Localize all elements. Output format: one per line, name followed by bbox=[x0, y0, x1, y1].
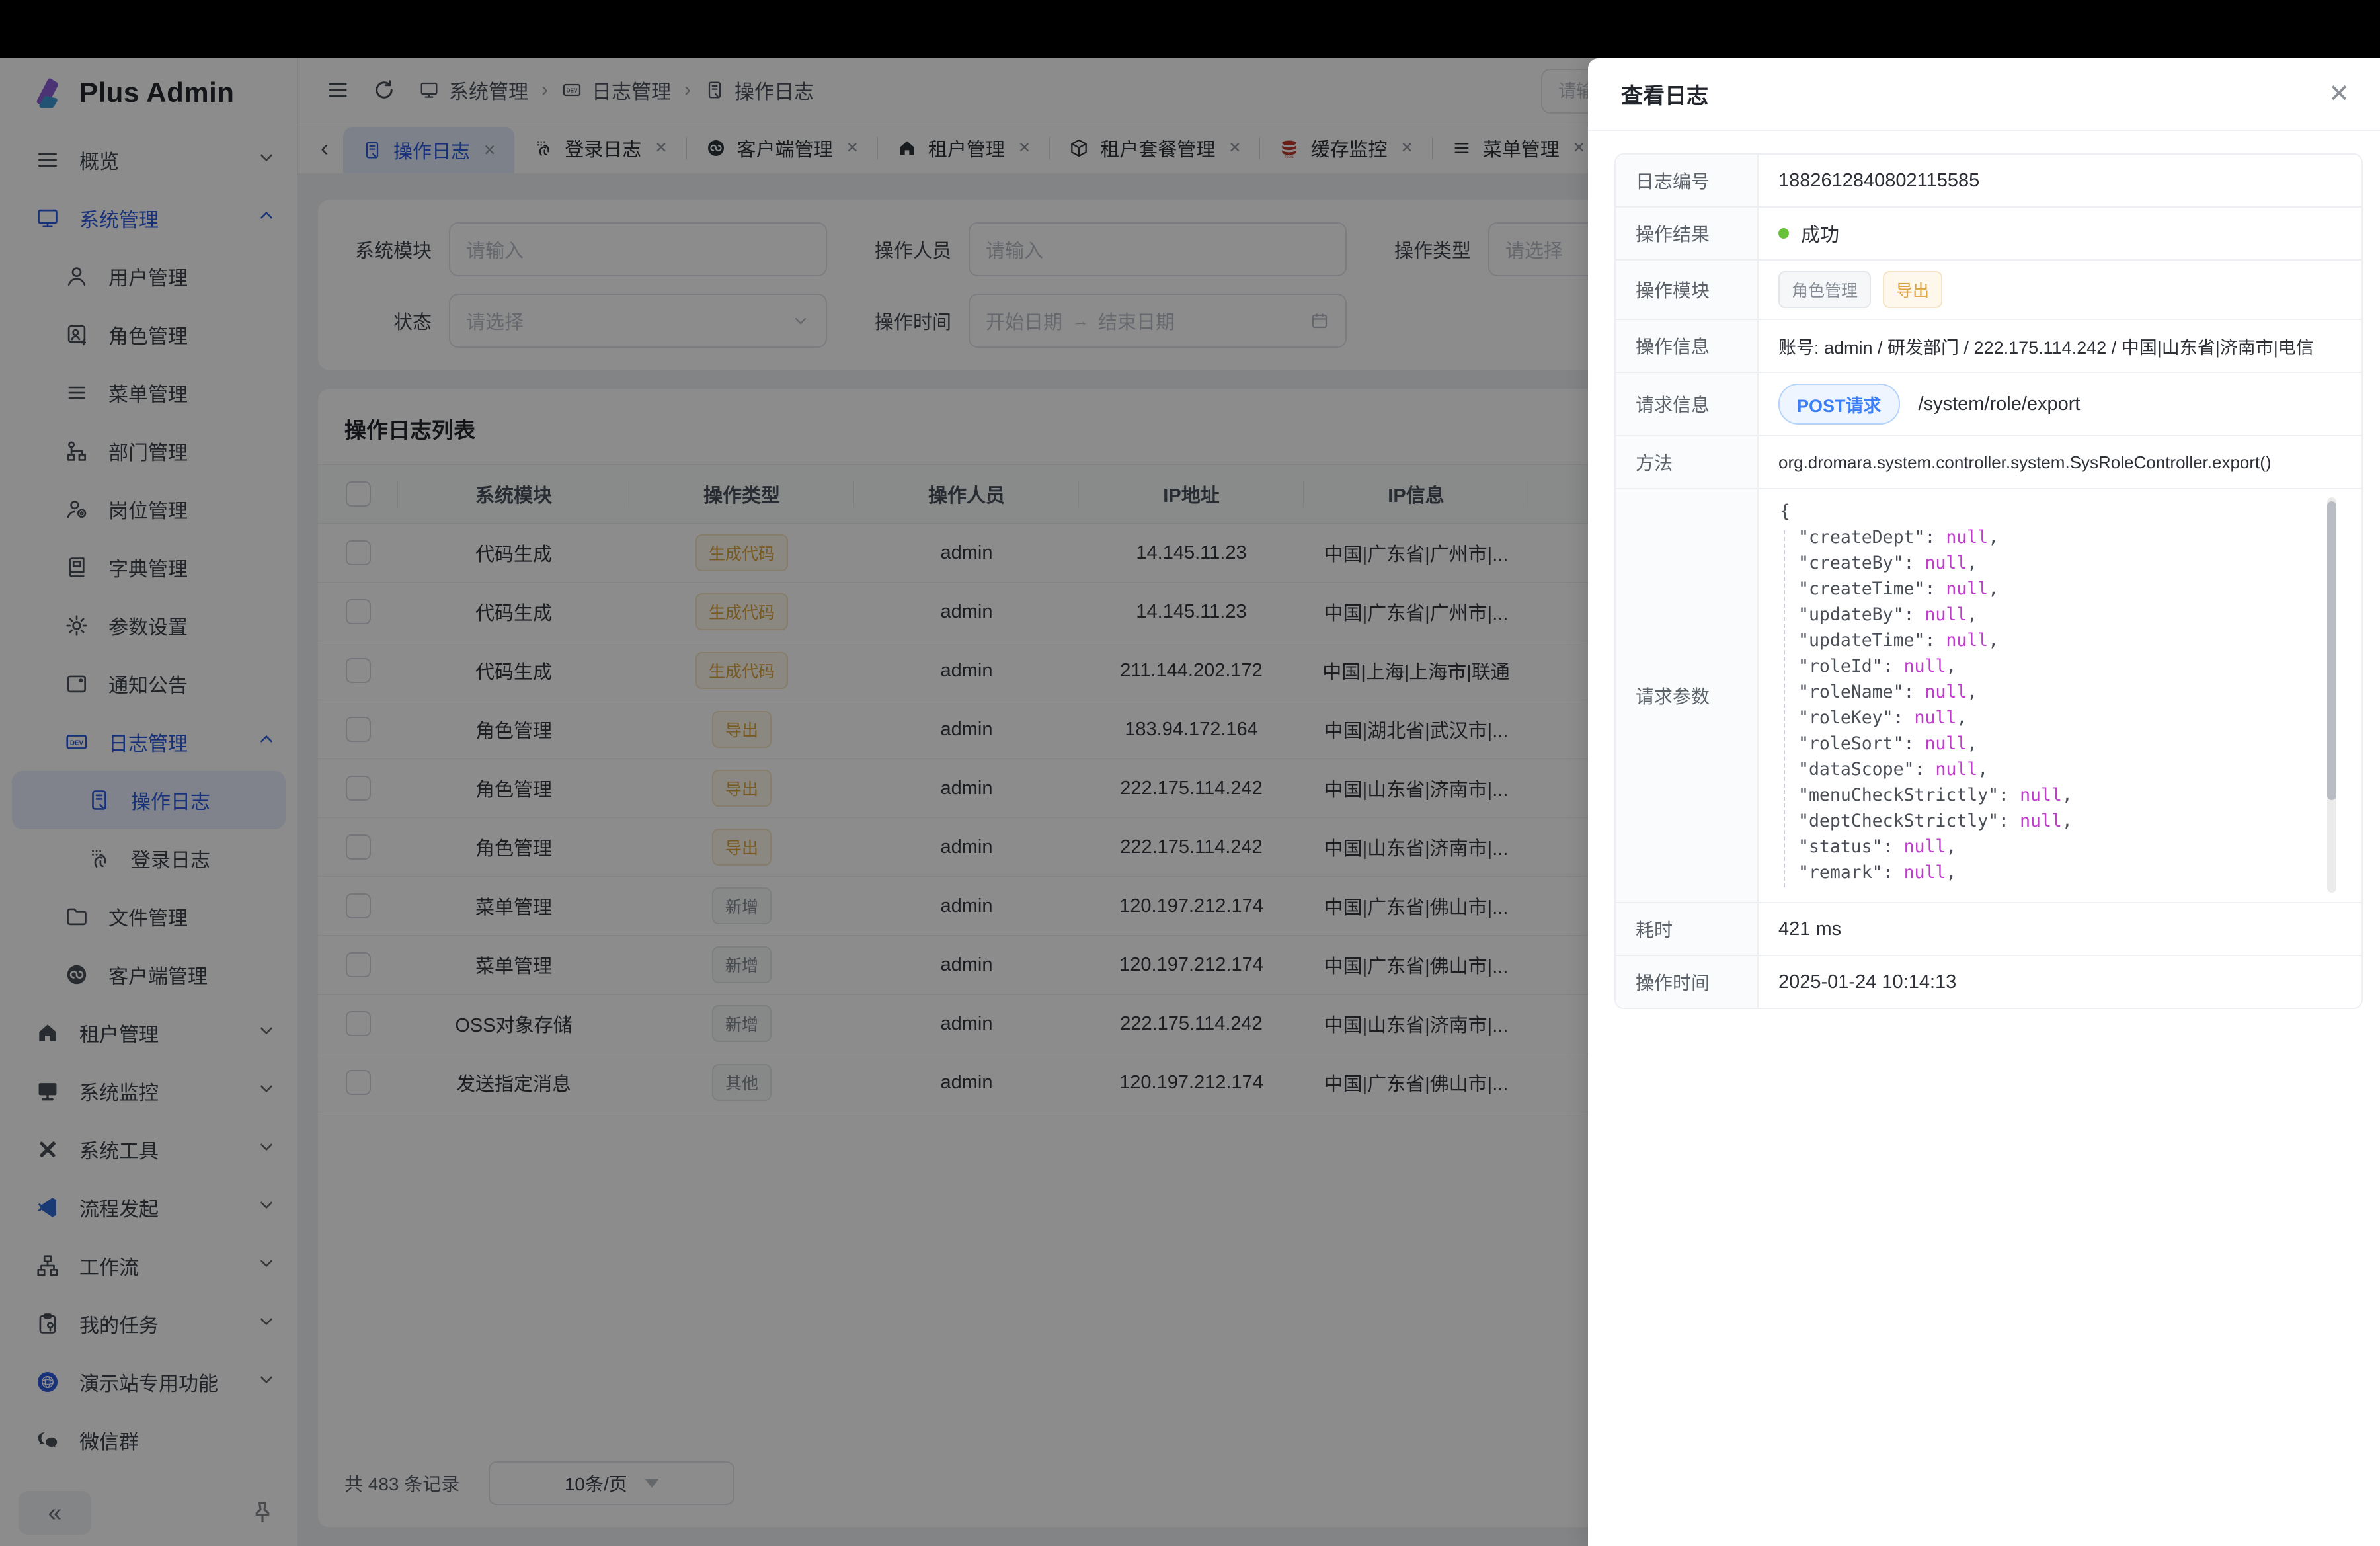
method-row: 方法 org.dromara.system.controller.system.… bbox=[1616, 436, 2361, 489]
result-label: 操作结果 bbox=[1616, 208, 1759, 259]
json-line: "deptCheckStrictly": null, bbox=[1798, 808, 2073, 834]
json-line: { bbox=[1780, 499, 2073, 524]
duration-label: 耗时 bbox=[1616, 903, 1759, 955]
post-method-badge: POST请求 bbox=[1778, 384, 1900, 425]
info-label: 操作信息 bbox=[1616, 320, 1759, 372]
json-line: "roleId": null, bbox=[1798, 653, 2073, 679]
module-tag: 导出 bbox=[1883, 271, 1942, 308]
drawer-body: 日志编号 1882612840802115585 操作结果 成功 操作模块 角色… bbox=[1588, 131, 2380, 1546]
params-code-area[interactable]: {"createDept": null,"createBy": null,"cr… bbox=[1759, 489, 2361, 902]
module-tags: 角色管理导出 bbox=[1759, 261, 2361, 319]
request-path: /system/role/export bbox=[1919, 393, 2081, 415]
module-tag: 角色管理 bbox=[1778, 271, 1871, 308]
info-value: 账号: admin / 研发部门 / 222.175.114.242 / 中国|… bbox=[1759, 320, 2361, 372]
json-line: "roleKey": null, bbox=[1798, 705, 2073, 731]
module-row: 操作模块 角色管理导出 bbox=[1616, 261, 2361, 320]
json-line: "updateTime": null, bbox=[1798, 628, 2073, 653]
request-params-json: {"createDept": null,"createBy": null,"cr… bbox=[1759, 489, 2073, 885]
log-detail-table: 日志编号 1882612840802115585 操作结果 成功 操作模块 角色… bbox=[1614, 153, 2363, 1009]
json-line: "createTime": null, bbox=[1798, 576, 2073, 602]
log-id-row: 日志编号 1882612840802115585 bbox=[1616, 155, 2361, 208]
json-line: "createDept": null, bbox=[1798, 524, 2073, 550]
result-row: 操作结果 成功 bbox=[1616, 208, 2361, 261]
json-line: "status": null, bbox=[1798, 834, 2073, 860]
log-id-value: 1882612840802115585 bbox=[1759, 155, 2361, 206]
json-line: "remark": null, bbox=[1798, 860, 2073, 885]
time-row: 操作时间 2025-01-24 10:14:13 bbox=[1616, 956, 2361, 1008]
time-label: 操作时间 bbox=[1616, 956, 1759, 1008]
duration-value: 421 ms bbox=[1759, 903, 2361, 955]
scrollbar-thumb[interactable] bbox=[2327, 501, 2336, 800]
drawer-header: 查看日志 ✕ bbox=[1588, 58, 2380, 131]
close-icon[interactable]: ✕ bbox=[2328, 81, 2350, 106]
method-label: 方法 bbox=[1616, 436, 1759, 488]
json-line: "updateBy": null, bbox=[1798, 602, 2073, 628]
json-line: "roleSort": null, bbox=[1798, 731, 2073, 756]
drawer-title: 查看日志 bbox=[1621, 78, 1708, 110]
log-id-label: 日志编号 bbox=[1616, 155, 1759, 206]
json-line: "roleName": null, bbox=[1798, 679, 2073, 705]
view-log-drawer: 查看日志 ✕ 日志编号 1882612840802115585 操作结果 成功 … bbox=[1588, 58, 2380, 1546]
request-row: 请求信息 POST请求 /system/role/export bbox=[1616, 373, 2361, 436]
status-dot bbox=[1778, 228, 1789, 239]
window-top-bar bbox=[0, 0, 2380, 58]
params-row: 请求参数 {"createDept": null,"createBy": nul… bbox=[1616, 489, 2361, 903]
duration-row: 耗时 421 ms bbox=[1616, 903, 2361, 956]
time-value: 2025-01-24 10:14:13 bbox=[1759, 956, 2361, 1008]
module-label: 操作模块 bbox=[1616, 261, 1759, 319]
request-label: 请求信息 bbox=[1616, 373, 1759, 435]
json-line: "menuCheckStrictly": null, bbox=[1798, 782, 2073, 808]
params-label: 请求参数 bbox=[1616, 489, 1759, 902]
result-value: 成功 bbox=[1801, 220, 1839, 247]
json-line: "dataScope": null, bbox=[1798, 756, 2073, 782]
info-row: 操作信息 账号: admin / 研发部门 / 222.175.114.242 … bbox=[1616, 320, 2361, 373]
json-line: "createBy": null, bbox=[1798, 550, 2073, 576]
method-value: org.dromara.system.controller.system.Sys… bbox=[1759, 436, 2361, 488]
